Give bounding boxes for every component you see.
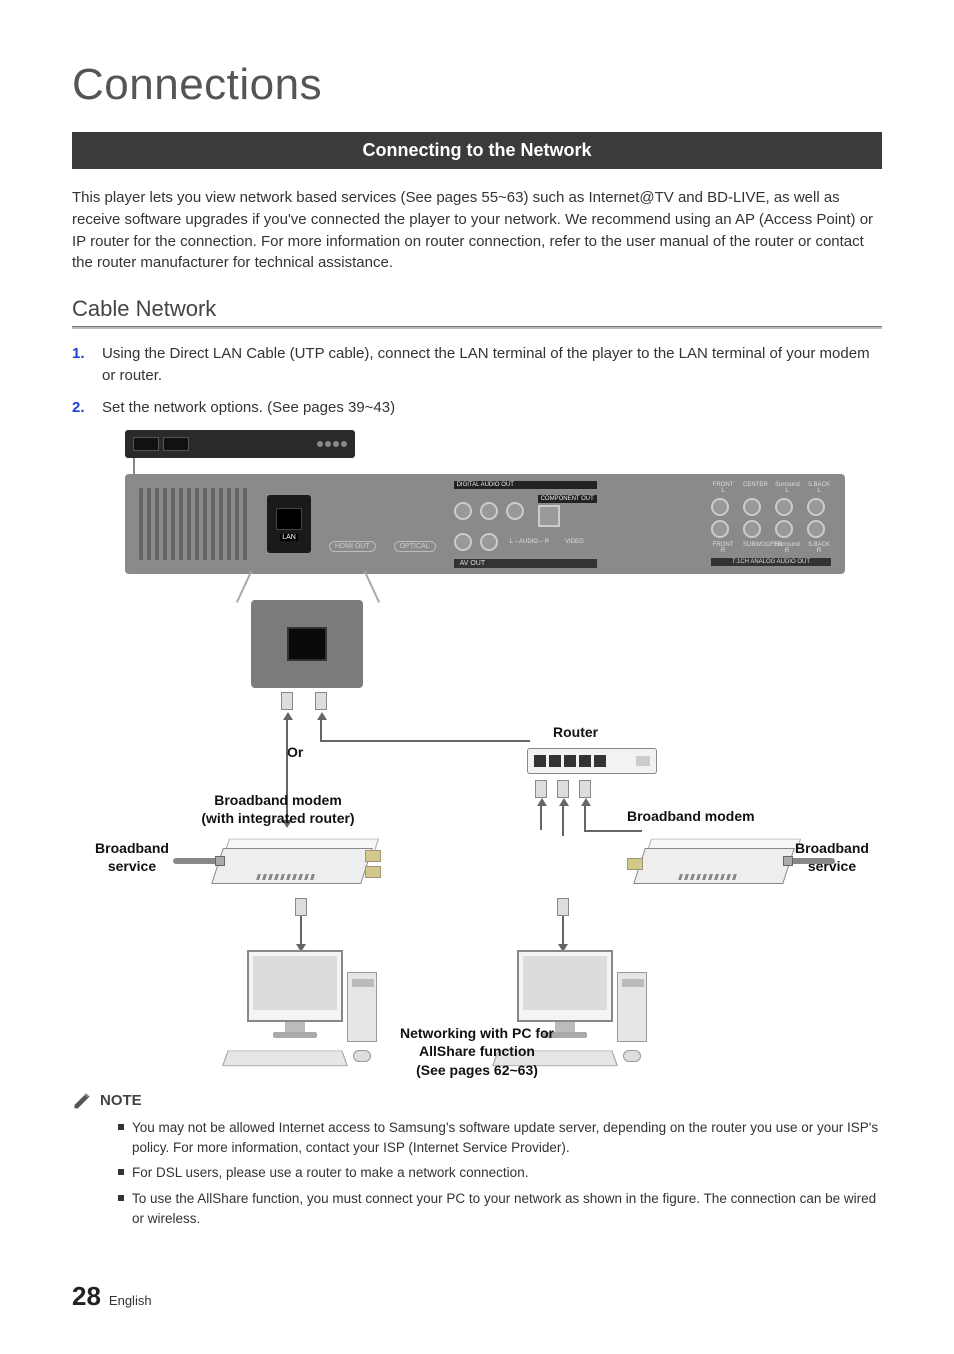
player-front-strip: [125, 430, 355, 458]
av-ports: DIGITAL AUDIO OUT COMPONENT OUT L – AUDI…: [454, 481, 597, 568]
ch-label: FRONT L: [711, 482, 735, 494]
step-item: 1. Using the Direct LAN Cable (UTP cable…: [72, 343, 882, 387]
broadband-service-left: Broadband service: [87, 840, 177, 875]
page-title: Connections: [72, 60, 882, 110]
router-label: Router: [553, 724, 598, 742]
caption-line: Networking with PC for: [400, 1025, 554, 1041]
label-line: Broadband: [95, 840, 169, 856]
av-out-label: AV OUT: [454, 559, 597, 568]
router-device: [527, 748, 657, 774]
modem-plain: [639, 834, 789, 888]
or-label: Or: [287, 744, 303, 762]
broadband-cable-left: [173, 854, 219, 870]
page-number: 28: [72, 1281, 101, 1312]
ch-label: Surround R: [775, 542, 799, 554]
caption-line: (See pages 62~63): [416, 1062, 538, 1078]
note-item: To use the AllShare function, you must c…: [118, 1189, 882, 1228]
component-out-label: COMPONENT OUT: [538, 495, 597, 503]
analog-out-label: 7.1CH ANALOG AUDIO OUT: [711, 558, 831, 566]
step-number: 2.: [72, 397, 90, 419]
vent-grille: [139, 488, 249, 560]
broadband-cable-right: [789, 854, 835, 870]
section-heading-bar: Connecting to the Network: [72, 132, 882, 169]
label-line: Broadband modem: [214, 792, 342, 808]
intro-paragraph: This player lets you view network based …: [72, 187, 882, 274]
ch-label: SUBWOOFER: [743, 542, 767, 554]
label-line: (with integrated router): [201, 810, 354, 826]
lan-port: LAN: [267, 495, 311, 553]
ch-label: S.BACK R: [807, 542, 831, 554]
video-label: VIDEO: [565, 539, 584, 545]
ch-label: FRONT R: [711, 542, 735, 554]
step-text: Using the Direct LAN Cable (UTP cable), …: [102, 343, 882, 387]
ch-label: CENTER: [743, 482, 767, 494]
note-icon: [72, 1090, 92, 1110]
note-item: For DSL users, please use a router to ma…: [118, 1163, 882, 1183]
label-line: service: [108, 858, 156, 874]
network-diagram: LAN HDMI OUT OPTICAL DIGITAL AUDIO OUT C…: [87, 430, 867, 1080]
subsection-underline: [72, 326, 882, 329]
step-text: Set the network options. (See pages 39~4…: [102, 397, 395, 419]
ch-label: S.BACK L: [807, 482, 831, 494]
lan-label: LAN: [280, 534, 298, 541]
diagram-caption: Networking with PC for AllShare function…: [87, 1024, 867, 1081]
subsection-heading: Cable Network: [72, 296, 882, 326]
page-language: English: [109, 1293, 152, 1308]
lan-port-zoom: [251, 600, 363, 688]
modem-integrated-label: Broadband modem (with integrated router): [193, 792, 363, 827]
digital-audio-out-label: DIGITAL AUDIO OUT: [454, 481, 597, 489]
player-back-panel: LAN HDMI OUT OPTICAL DIGITAL AUDIO OUT C…: [125, 474, 845, 574]
note-item: You may not be allowed Internet access t…: [118, 1118, 882, 1157]
caption-line: AllShare function: [419, 1043, 535, 1059]
audio-lr-label: L – AUDIO – R: [510, 539, 549, 545]
modem-plain-label: Broadband modem: [627, 808, 767, 826]
step-item: 2. Set the network options. (See pages 3…: [72, 397, 882, 419]
modem-integrated: [217, 834, 367, 888]
optical-label: OPTICAL: [394, 541, 436, 552]
hdmi-out-label: HDMI OUT: [329, 541, 376, 552]
note-label: NOTE: [100, 1092, 142, 1109]
analog-audio-out: FRONT L CENTER Surround L S.BACK L FRONT…: [711, 482, 831, 566]
ch-label: Surround L: [775, 482, 799, 494]
step-number: 1.: [72, 343, 90, 387]
